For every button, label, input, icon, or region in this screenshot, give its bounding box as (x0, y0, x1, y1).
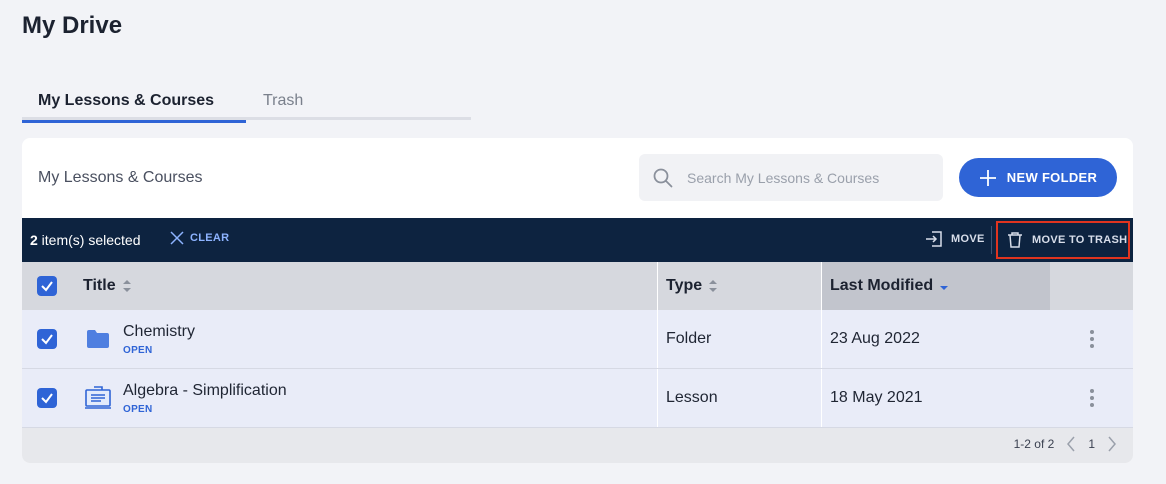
pagination: 1-2 of 2 1 (1014, 436, 1117, 452)
plus-icon (979, 169, 996, 186)
folder-icon (83, 329, 113, 349)
toolbar-divider (991, 226, 992, 254)
row-menu-button[interactable] (1050, 310, 1133, 368)
row-check-cell (22, 310, 72, 368)
move-button[interactable]: MOVE (925, 230, 985, 248)
chevron-left-icon[interactable] (1066, 436, 1076, 452)
row-modified-cell: 18 May 2021 (830, 389, 923, 406)
search-icon (653, 168, 673, 187)
search-box[interactable] (639, 154, 943, 201)
move-icon (926, 231, 942, 247)
search-input[interactable] (687, 169, 907, 186)
section-heading: My Lessons & Courses (38, 169, 203, 186)
close-icon (170, 231, 184, 245)
pagination-range: 1-2 of 2 (1013, 437, 1055, 451)
trash-icon (1008, 232, 1022, 248)
sort-descending-icon (940, 280, 949, 292)
lesson-icon (83, 385, 113, 411)
new-folder-label: NEW FOLDER (1006, 170, 1098, 185)
check-icon (41, 334, 53, 345)
card-header: My Lessons & Courses NEW FOLDER (22, 138, 1133, 218)
column-type[interactable]: Type (658, 262, 822, 310)
column-last-modified[interactable]: Last Modified (822, 262, 1050, 310)
chevron-right-icon[interactable] (1107, 436, 1117, 452)
selection-count: 2 item(s) selected (30, 232, 141, 248)
column-title-label: Title (83, 277, 116, 294)
tab-my-lessons[interactable]: My Lessons & Courses (22, 82, 246, 123)
table-row[interactable]: Algebra - Simplification OPEN Lesson 18 … (22, 369, 1133, 428)
tab-bar: My Lessons & Courses Trash (22, 82, 471, 123)
select-all-cell (22, 262, 72, 310)
move-to-trash-button[interactable]: MOVE TO TRASH (996, 221, 1130, 259)
check-icon (41, 281, 53, 292)
row-title-cell: Chemistry OPEN (72, 310, 658, 368)
tab-trash[interactable]: Trash (246, 82, 319, 120)
select-all-checkbox[interactable] (37, 276, 57, 296)
check-icon (41, 393, 53, 404)
move-to-trash-label: MOVE TO TRASH (1032, 234, 1128, 246)
table-footer: 1-2 of 2 1 (22, 428, 1133, 463)
open-link[interactable]: OPEN (123, 345, 195, 356)
row-checkbox[interactable] (37, 329, 57, 349)
item-name[interactable]: Algebra - Simplification (123, 382, 287, 400)
table-row[interactable]: Chemistry OPEN Folder 23 Aug 2022 (22, 310, 1133, 369)
column-type-label: Type (666, 277, 703, 294)
open-link[interactable]: OPEN (123, 404, 287, 415)
column-actions (1050, 262, 1133, 310)
new-folder-button[interactable]: NEW FOLDER (959, 158, 1117, 197)
current-page: 1 (1088, 437, 1095, 451)
table-header: Title Type Last Modified (22, 262, 1133, 310)
row-type-cell: Lesson (658, 369, 822, 427)
row-type-cell: Folder (658, 310, 822, 368)
selection-bar: 2 item(s) selected CLEAR MOVE MOVE TO TR… (22, 218, 1133, 262)
clear-selection-button[interactable]: CLEAR (169, 230, 229, 246)
sort-icon (709, 280, 718, 292)
kebab-menu-icon (1089, 330, 1094, 348)
column-title[interactable]: Title (72, 262, 658, 310)
row-check-cell (22, 369, 72, 427)
page-title: My Drive (22, 12, 123, 39)
row-title-cell: Algebra - Simplification OPEN (72, 369, 658, 427)
move-label: MOVE (951, 233, 985, 245)
selection-count-number: 2 (30, 232, 38, 248)
column-modified-label: Last Modified (830, 277, 934, 294)
row-modified-cell: 23 Aug 2022 (830, 330, 920, 347)
selection-count-suffix: item(s) selected (37, 232, 141, 248)
sort-icon (122, 280, 131, 292)
row-menu-button[interactable] (1050, 369, 1133, 427)
drive-card: My Lessons & Courses NEW FOLDER 2 item(s… (22, 138, 1133, 463)
kebab-menu-icon (1089, 389, 1094, 407)
clear-label: CLEAR (190, 232, 230, 244)
item-name[interactable]: Chemistry (123, 323, 195, 341)
row-checkbox[interactable] (37, 388, 57, 408)
